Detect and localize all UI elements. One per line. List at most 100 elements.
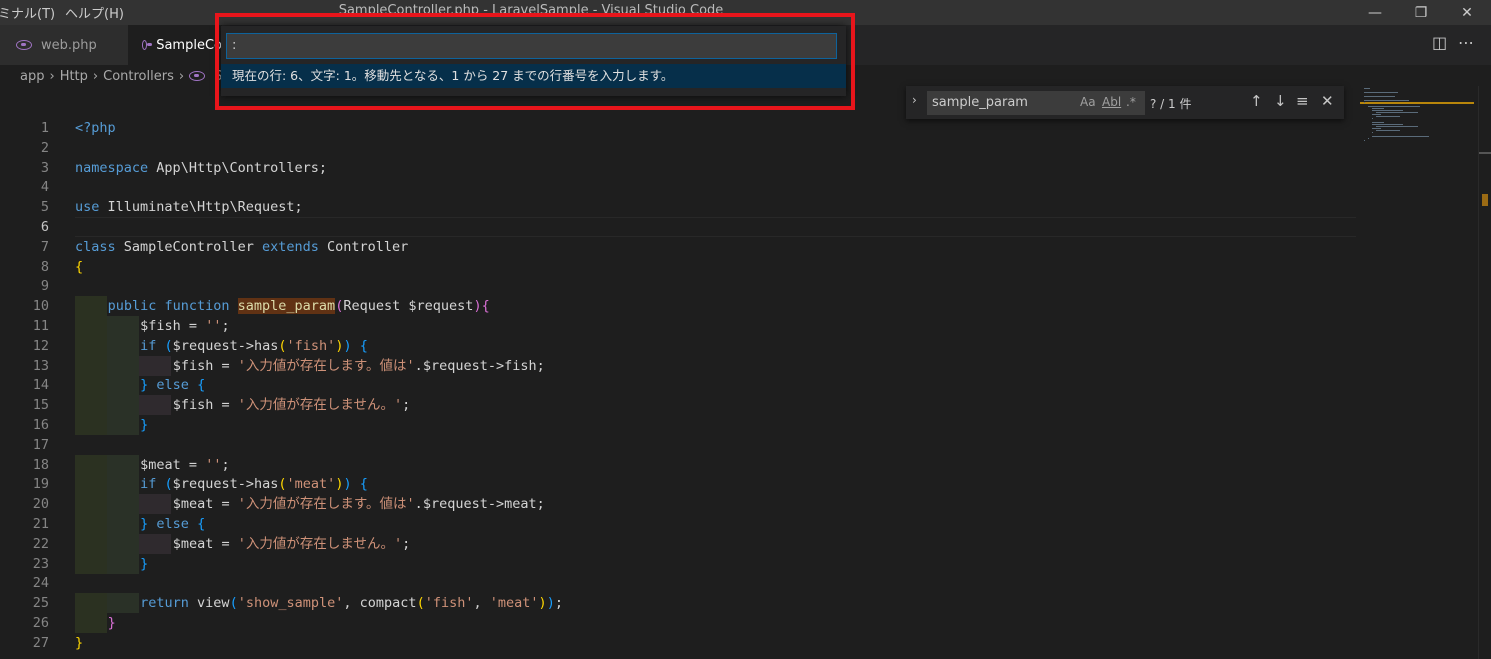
code-text: } [140, 555, 149, 572]
code-line[interactable]: 22 $meat = '入力値が存在しません。'; [0, 533, 1360, 554]
code-line[interactable]: 17 [0, 435, 1360, 455]
find-input[interactable]: sample_param Aa Abl .* [927, 91, 1145, 115]
php-file-icon [142, 40, 153, 50]
breadcrumb-app[interactable]: app [20, 69, 44, 84]
code-text: } [107, 615, 116, 631]
more-actions-icon[interactable]: ⋯ [1458, 33, 1474, 52]
code-text: public function sample_param(Request $re… [107, 298, 490, 315]
current-line-highlight [75, 217, 1356, 237]
code-line[interactable]: 15 $fish = '入力値が存在しません。'; [0, 395, 1360, 416]
minimap-match-highlight [1360, 102, 1474, 104]
code-line[interactable]: 27} [0, 633, 1360, 653]
breadcrumb-http[interactable]: Http [60, 69, 88, 84]
line-number: 17 [32, 436, 49, 453]
minimap-line [1364, 96, 1395, 97]
line-number: 14 [32, 377, 49, 394]
line-number: 5 [40, 199, 49, 216]
code-line[interactable]: 2 [0, 138, 1360, 158]
code-line[interactable]: 1 <?php [0, 118, 1360, 138]
breadcrumb: app › Http › Controllers › S [20, 66, 222, 86]
match-whole-word-icon[interactable]: Abl [1102, 95, 1121, 109]
restore-button[interactable]: ❐ [1398, 0, 1444, 25]
minimap-line [1364, 92, 1399, 93]
code-text: $meat = '入力値が存在しません。'; [172, 535, 411, 552]
code-text: $meat = '入力値が存在します。値は'.$request->meat; [172, 496, 545, 513]
previous-match-icon[interactable]: ↑ [1250, 92, 1263, 110]
line-number: 15 [32, 397, 49, 414]
line-number: 16 [32, 417, 49, 433]
chevron-right-icon: › [49, 68, 55, 84]
split-editor-icon[interactable]: ◫ [1432, 33, 1447, 52]
annotation-highlight-box [215, 13, 855, 110]
minimize-button[interactable]: — [1352, 0, 1398, 25]
code-line[interactable]: 19 if ($request->has('meat')) { [0, 474, 1360, 495]
code-line[interactable]: 12 if ($request->has('fish')) { [0, 335, 1360, 356]
code-line[interactable]: 26 } [0, 613, 1360, 633]
code-line[interactable]: 24 [0, 573, 1360, 593]
line-number: 25 [32, 595, 49, 612]
code-line[interactable]: 5 use Illuminate\Http\Request; [0, 197, 1360, 217]
line-number: 23 [32, 555, 49, 572]
line-number: 12 [32, 337, 49, 354]
code-editor[interactable]: 1 <?php 2 3 namespace App\Http\Controllers; 4… [0, 86, 1360, 659]
code-line[interactable]: 11 $fish = ''; [0, 316, 1360, 336]
code-line[interactable]: 4 [0, 177, 1360, 197]
line-number: 3 [40, 159, 49, 176]
code-line[interactable]: 6 [0, 217, 1360, 237]
chevron-right-icon: › [92, 68, 99, 84]
code-line[interactable]: 16 } [0, 415, 1360, 435]
find-input-value: sample_param [932, 95, 1028, 110]
code-text: if ($request->has('meat')) { [140, 476, 368, 493]
line-number: 4 [40, 179, 49, 196]
minimap-line [1368, 138, 1370, 139]
line-number: 8 [40, 258, 49, 275]
toggle-replace-icon[interactable]: › [912, 93, 917, 107]
code-text: } [140, 417, 149, 433]
minimap-line [1372, 136, 1430, 137]
tab-web-php[interactable]: web.php [0, 25, 128, 65]
code-line[interactable]: 3 namespace App\Http\Controllers; [0, 158, 1360, 178]
line-number: 11 [32, 318, 49, 334]
minimap-line [1376, 130, 1401, 131]
code-line[interactable]: 9 [0, 276, 1360, 296]
code-line[interactable]: 13 $fish = '入力値が存在します。値は'.$request->fish… [0, 355, 1360, 376]
code-line[interactable]: 14 } else { [0, 375, 1360, 396]
close-find-icon[interactable]: ✕ [1321, 92, 1334, 110]
line-number: 1 [40, 120, 49, 136]
line-number: 6 [40, 219, 49, 235]
code-line[interactable]: 20 $meat = '入力値が存在します。値は'.$request->meat… [0, 494, 1360, 515]
tab-label: SampleCo [156, 37, 222, 53]
code-line[interactable]: 18 $meat = ''; [0, 454, 1360, 475]
code-line[interactable]: 25 return view('show_sample', compact('f… [0, 593, 1360, 614]
code-line[interactable]: 7 class SampleController extends Controll… [0, 237, 1360, 257]
minimap-line [1368, 106, 1420, 107]
next-match-icon[interactable]: ↓ [1274, 92, 1287, 110]
line-number: 13 [32, 357, 49, 374]
code-text: <?php [75, 120, 116, 136]
find-in-selection-icon[interactable]: ≡ [1296, 92, 1309, 110]
code-line[interactable]: 10 public function sample_param(Request … [0, 296, 1360, 317]
code-line[interactable]: 8{ [0, 257, 1360, 277]
code-text: { [75, 258, 84, 275]
minimap-line [1376, 112, 1418, 113]
minimap[interactable] [1360, 86, 1478, 166]
minimap-line [1372, 110, 1403, 111]
code-text: use Illuminate\Http\Request; [75, 199, 303, 216]
tab-samplecontroller-php[interactable]: SampleCo [128, 25, 222, 65]
code-line[interactable]: 21 } else { [0, 514, 1360, 534]
minimap-line [1372, 124, 1403, 125]
close-window-button[interactable]: ✕ [1444, 0, 1490, 25]
code-text: return view('show_sample', compact('fish… [140, 595, 563, 612]
line-number: 10 [32, 298, 49, 315]
find-match-count: ? / 1 件 [1150, 97, 1192, 111]
code-text: $fish = ''; [140, 318, 230, 334]
regex-icon[interactable]: .* [1126, 95, 1136, 109]
vertical-scrollbar[interactable] [1478, 86, 1491, 659]
match-case-icon[interactable]: Aa [1080, 95, 1096, 109]
code-line[interactable]: 23 } [0, 553, 1360, 574]
code-text: namespace App\Http\Controllers; [75, 159, 328, 176]
code-text: } [75, 634, 84, 651]
line-number: 21 [32, 516, 49, 532]
minimap-line [1376, 126, 1418, 127]
breadcrumb-controllers[interactable]: Controllers [103, 69, 174, 84]
